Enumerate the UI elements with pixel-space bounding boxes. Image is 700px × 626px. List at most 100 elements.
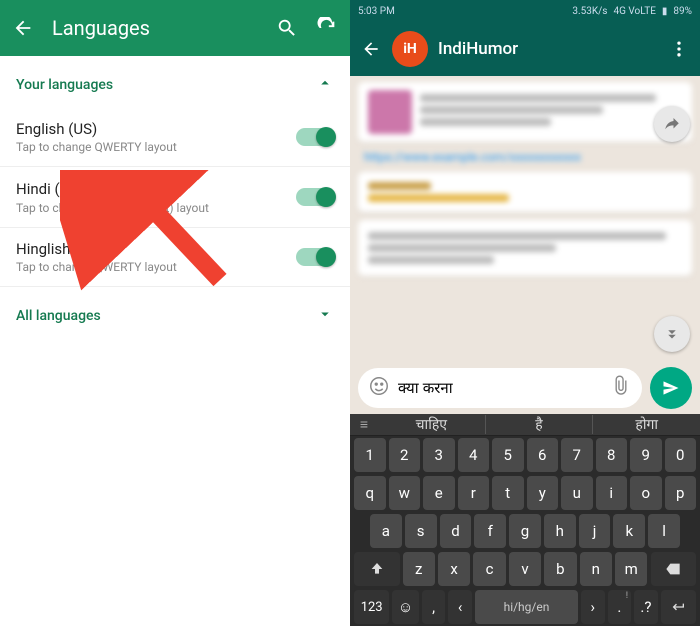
more-icon[interactable]	[668, 38, 690, 60]
question-key[interactable]: .?	[634, 590, 658, 624]
status-net: 3.53K/s	[572, 6, 607, 17]
backspace-key[interactable]	[651, 552, 697, 586]
key-c[interactable]: c	[473, 552, 505, 586]
key-v[interactable]: v	[509, 552, 541, 586]
search-icon[interactable]	[276, 17, 298, 39]
language-sub: Tap to change QWERTY layout	[16, 140, 296, 154]
chat-area[interactable]: https://www.example.com/xxxxxxxxxxxx	[350, 76, 700, 362]
key-u[interactable]: u	[561, 476, 593, 510]
key-t[interactable]: t	[492, 476, 524, 510]
key-4[interactable]: 4	[458, 438, 490, 472]
emoji-key[interactable]: ☺	[392, 590, 419, 624]
back-icon[interactable]	[12, 17, 34, 39]
attach-icon[interactable]	[610, 375, 632, 401]
suggestion-bar: ≡ चाहिए है होगा	[350, 414, 700, 436]
language-sub: Tap to change QWERTY layout	[16, 260, 296, 274]
message-bubble[interactable]	[358, 82, 692, 142]
key-9[interactable]: 9	[630, 438, 662, 472]
key-l[interactable]: l	[648, 514, 680, 548]
key-y[interactable]: y	[527, 476, 559, 510]
status-time: 5:03 PM	[358, 6, 395, 17]
key-r[interactable]: r	[458, 476, 490, 510]
status-battery: 89%	[673, 6, 692, 17]
key-h[interactable]: h	[544, 514, 576, 548]
language-row-hinglish[interactable]: Hinglish Tap to change QWERTY layout	[0, 228, 350, 287]
message-bubble[interactable]	[358, 172, 692, 212]
key-d[interactable]: d	[440, 514, 472, 548]
key-2[interactable]: 2	[389, 438, 421, 472]
chevron-down-icon	[316, 305, 334, 327]
shift-key[interactable]	[354, 552, 400, 586]
key-k[interactable]: k	[613, 514, 645, 548]
key-j[interactable]: j	[579, 514, 611, 548]
key-w[interactable]: w	[389, 476, 421, 510]
key-g[interactable]: g	[509, 514, 541, 548]
key-a[interactable]: a	[370, 514, 402, 548]
left-arrow-key[interactable]: ‹	[448, 590, 472, 624]
key-0[interactable]: 0	[665, 438, 697, 472]
key-8[interactable]: 8	[596, 438, 628, 472]
toggle-switch[interactable]	[296, 188, 334, 206]
key-e[interactable]: e	[423, 476, 455, 510]
status-bar: 5:03 PM 3.53K/s 4G VoLTE ▮ 89%	[350, 0, 700, 22]
key-5[interactable]: 5	[492, 438, 524, 472]
language-row-hindi[interactable]: Hindi (+Phonetic) / हिन्दी Tap to change…	[0, 167, 350, 228]
section-label: All languages	[16, 308, 101, 324]
period-key[interactable]: !.	[608, 590, 632, 624]
key-b[interactable]: b	[544, 552, 576, 586]
right-arrow-key[interactable]: ›	[581, 590, 605, 624]
language-sub: Tap to change Hindi (Inscript) layout	[16, 201, 296, 215]
chevron-up-icon	[316, 74, 334, 96]
key-f[interactable]: f	[474, 514, 506, 548]
key-6[interactable]: 6	[527, 438, 559, 472]
key-n[interactable]: n	[580, 552, 612, 586]
message-bubble[interactable]	[358, 220, 692, 276]
back-icon[interactable]	[360, 38, 382, 60]
key-m[interactable]: m	[615, 552, 647, 586]
key-q[interactable]: q	[354, 476, 386, 510]
keyboard: ≡ चाहिए है होगा 1234567890 qwertyuiop as…	[350, 414, 700, 626]
page-title: Languages	[52, 16, 258, 40]
key-i[interactable]: i	[596, 476, 628, 510]
emoji-icon[interactable]	[368, 375, 390, 401]
space-key[interactable]: hi/hg/en	[475, 590, 578, 624]
enter-key[interactable]	[661, 590, 696, 624]
mode-key[interactable]: 123	[354, 590, 389, 624]
suggestion[interactable]: चाहिए	[378, 415, 486, 434]
comma-key[interactable]: ,	[422, 590, 446, 624]
key-p[interactable]: p	[665, 476, 697, 510]
key-z[interactable]: z	[403, 552, 435, 586]
message-input[interactable]	[398, 380, 602, 397]
refresh-icon[interactable]	[316, 17, 338, 39]
suggestion[interactable]: होगा	[593, 415, 700, 434]
status-signal: 4G VoLTE	[613, 6, 655, 17]
languages-appbar: Languages	[0, 0, 350, 56]
all-languages-header[interactable]: All languages	[0, 287, 350, 339]
scroll-down-icon[interactable]	[654, 316, 690, 352]
section-label: Your languages	[16, 77, 113, 93]
avatar[interactable]: iH	[392, 31, 428, 67]
key-x[interactable]: x	[438, 552, 470, 586]
message-input-pill[interactable]	[358, 368, 642, 408]
language-row-english[interactable]: English (US) Tap to change QWERTY layout	[0, 108, 350, 167]
key-o[interactable]: o	[630, 476, 662, 510]
hamburger-icon[interactable]: ≡	[350, 416, 378, 433]
toggle-switch[interactable]	[296, 128, 334, 146]
chat-appbar: iH IndiHumor	[350, 22, 700, 76]
send-button[interactable]	[650, 367, 692, 409]
toggle-switch[interactable]	[296, 248, 334, 266]
battery-icon: ▮	[662, 6, 668, 17]
forward-icon[interactable]	[654, 106, 690, 142]
key-7[interactable]: 7	[561, 438, 593, 472]
language-name: English (US)	[16, 120, 296, 138]
link-text[interactable]: https://www.example.com/xxxxxxxxxxxx	[364, 150, 686, 164]
key-3[interactable]: 3	[423, 438, 455, 472]
language-name: Hindi (+Phonetic) / हिन्दी	[16, 179, 296, 199]
your-languages-header[interactable]: Your languages	[0, 56, 350, 108]
suggestion[interactable]: है	[486, 415, 594, 434]
key-s[interactable]: s	[405, 514, 437, 548]
chat-title[interactable]: IndiHumor	[438, 39, 658, 59]
key-1[interactable]: 1	[354, 438, 386, 472]
language-name: Hinglish	[16, 240, 296, 258]
message-input-row	[350, 362, 700, 414]
